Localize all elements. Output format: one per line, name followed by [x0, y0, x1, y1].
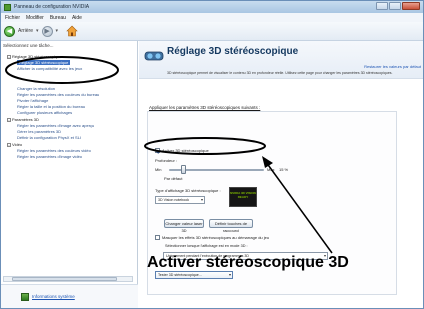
tree-category-3d[interactable]: − Paramètres 3D [7, 117, 39, 122]
back-dropdown-icon[interactable]: ▾ [36, 28, 39, 34]
tree-category-label: Paramètres 3D [12, 117, 39, 122]
system-info-link[interactable]: Informations système [32, 294, 75, 299]
display-type-label: Type d'affichage 3D stéréoscopique : [155, 188, 221, 193]
title-bar: Panneau de configuration NVIDIA [1, 1, 423, 13]
tree-item-image-preview[interactable]: Régler les paramètres d'image avec aperç… [17, 123, 94, 128]
nvidia-app-icon [4, 3, 11, 11]
menu-desktop[interactable]: Bureau [50, 15, 66, 21]
forward-dropdown-icon[interactable]: ▾ [56, 28, 59, 34]
menu-bar: Fichier Modifier Bureau Aide [1, 13, 423, 22]
minimize-button[interactable] [376, 2, 388, 10]
tree-category-video[interactable]: − Vidéo [7, 142, 22, 147]
maximize-button[interactable] [389, 2, 401, 10]
status-bar: Informations système [1, 284, 138, 308]
menu-file[interactable]: Fichier [5, 15, 20, 21]
scrollbar-thumb[interactable] [12, 277, 117, 281]
laser-value-button[interactable]: Changer valeur laser 3D [164, 219, 204, 233]
tree-item-video-colors[interactable]: Régler les paramètres des couleurs vidéo [17, 148, 91, 153]
page-title: Réglage 3D stéréoscopique [167, 46, 299, 57]
tree-item-physx-sli[interactable]: Définir la configuration PhysX et SLI [17, 135, 81, 140]
depth-slider-thumb[interactable] [180, 165, 186, 174]
home-icon[interactable] [66, 25, 78, 37]
tree-item-video-image[interactable]: Régler les paramètres d'image vidéo [17, 154, 82, 159]
3d-vision-ready-logo: NVIDIA 3D VISION READY [229, 187, 257, 207]
chevron-down-icon: ▾ [228, 272, 231, 277]
restore-defaults-link[interactable]: Restaurer les valeurs par défaut [364, 64, 421, 69]
tree-item-stereo-settings[interactable]: Réglage 3D stéréoscopique [17, 60, 71, 65]
tree-item-manage-3d[interactable]: Gérer les paramètres 3D [17, 129, 61, 134]
mask-effects-row[interactable]: Masquer les effets 3D stéréoscopiques au… [155, 235, 269, 240]
display-type-select[interactable]: 3D Vision notebook ▾ [155, 196, 205, 204]
tree-category-label: Réglage 3D stéréoscopique [12, 54, 62, 59]
test-stereo-select[interactable]: Tester 3D stéréoscopique... ▾ [155, 271, 233, 279]
back-button[interactable]: ◀ [4, 25, 15, 37]
chevron-down-icon: ▾ [200, 197, 203, 202]
task-label: Sélectionnez une tâche... [3, 43, 54, 48]
collapse-icon[interactable]: − [7, 117, 11, 122]
tree-category-label: Vidéo [12, 142, 23, 147]
depth-min-label: Min [155, 167, 162, 172]
test-stereo-value: Tester 3D stéréoscopique... [158, 273, 202, 277]
mask-effects-label[interactable]: Masquer les effets 3D stéréoscopiques au… [162, 235, 269, 240]
depth-label: Profondeur : [155, 158, 178, 163]
depth-max-label: Max [267, 167, 275, 172]
collapse-icon[interactable]: − [7, 54, 11, 59]
forward-button[interactable]: ▶ [41, 25, 53, 37]
tree-category-stereo[interactable]: − Réglage 3D stéréoscopique [7, 54, 61, 59]
enable-stereo-label[interactable]: Activer 3D stéréoscopique [162, 148, 209, 153]
depth-value: 15 % [279, 167, 289, 172]
back-label[interactable]: Arrière [18, 28, 33, 34]
tree-item-multiple-displays[interactable]: Configurer plusieurs affichages [17, 110, 72, 115]
set-shortcuts-button[interactable]: Définir touches de raccourci [209, 219, 253, 233]
enable-stereo-checkbox[interactable] [155, 148, 160, 153]
menu-help[interactable]: Aide [72, 15, 82, 21]
tree-item-desktop-size[interactable]: Régler la taille et la position du burea… [17, 104, 85, 109]
mask-effects-checkbox[interactable] [155, 235, 160, 240]
page-description: 3D stéréoscopique permet de visualiser l… [167, 71, 393, 75]
annotation-label: Activer stéréoscopique 3D [147, 254, 349, 271]
menu-edit[interactable]: Modifier [26, 15, 44, 21]
sidebar-horizontal-scrollbar[interactable] [3, 276, 133, 282]
close-button[interactable] [402, 2, 420, 10]
stereo-3d-icon [144, 46, 164, 66]
display-type-value: 3D Vision notebook [158, 198, 190, 202]
display-mode-label: Sélectionner lorsque l'affichage est en … [165, 244, 248, 248]
task-sidebar: Sélectionnez une tâche... − Réglage 3D st… [1, 41, 138, 284]
enable-stereo-row[interactable]: Activer 3D stéréoscopique [155, 148, 209, 153]
system-info-icon [21, 292, 29, 301]
tree-item-resolution[interactable]: Changer la résolution [17, 86, 55, 91]
window-title: Panneau de configuration NVIDIA [14, 4, 90, 10]
tree-item-desktop-colors[interactable]: Régler les paramètres des couleurs du bu… [17, 92, 99, 97]
tree-item-game-compat[interactable]: Afficher la compatibilité avec les jeux [17, 66, 82, 71]
collapse-icon[interactable]: − [7, 142, 11, 147]
tree-item-rotate[interactable]: Pivoter l'affichage [17, 98, 48, 103]
section-label: Appliquer les paramètres 3D stéréoscopiq… [149, 105, 261, 110]
window-controls [376, 2, 420, 10]
toolbar: ◀ Arrière ▾ ▶ ▾ [1, 22, 423, 41]
page-header: Réglage 3D stéréoscopique Restaurer les … [139, 41, 423, 79]
depth-default-label: Par défaut [164, 176, 183, 181]
